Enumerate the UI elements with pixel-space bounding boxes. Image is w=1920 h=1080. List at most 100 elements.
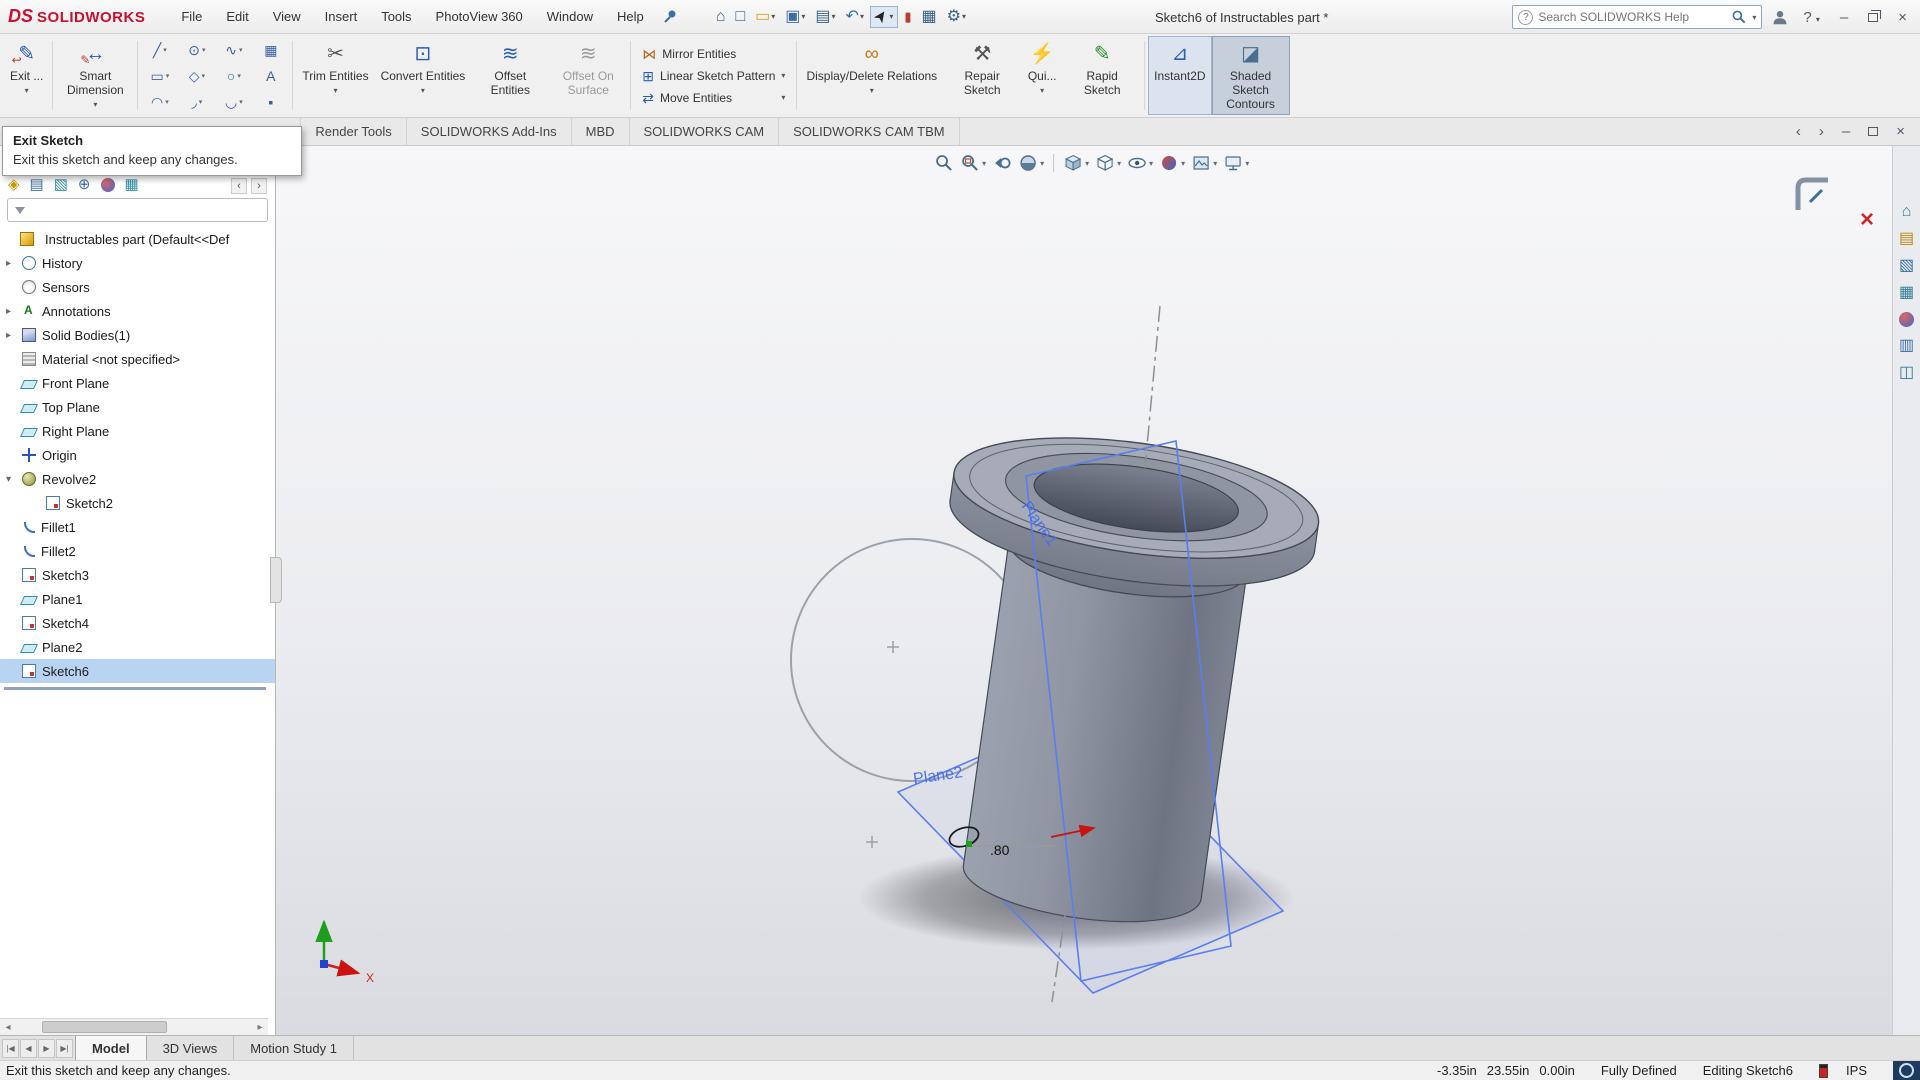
point-tool-icon[interactable]: ▪ ▾ (252, 89, 289, 115)
shaded-sketch-contours-button[interactable]: ◪ Shaded Sketch Contours (1212, 36, 1290, 115)
display-delete-relations-button[interactable]: ∞ Display/Delete Relations ▾ (800, 36, 943, 115)
expand-arrow-icon[interactable]: ▾ (6, 474, 22, 485)
tree-item[interactable]: ▸ Solid Bodies(1) (0, 323, 275, 347)
panel-splitter-handle[interactable] (270, 557, 282, 603)
save-icon[interactable]: ▣ ▾ (781, 7, 809, 27)
tree-item[interactable]: Sketch3 (0, 563, 275, 587)
unit-system[interactable]: IPS (1846, 1063, 1867, 1078)
tree-horizontal-scrollbar[interactable]: ◂ ▸ (0, 1018, 268, 1035)
model-scene[interactable]: Plane1 Plane2 .80 X (276, 146, 1920, 1035)
trim-entities-button[interactable]: ✂ Trim Entities ▾ (296, 36, 374, 115)
help-search-box[interactable]: ? ▾ (1512, 5, 1762, 29)
expand-arrow-icon[interactable]: ▸ (6, 330, 22, 341)
display-style-icon[interactable]: ▾ (1094, 152, 1122, 174)
previous-pane-icon[interactable]: ‹ (1791, 122, 1806, 141)
view-palette-icon[interactable]: ▦ (1899, 285, 1914, 301)
circle-tool-icon[interactable]: ⊙ ▾ (178, 37, 215, 63)
dimxpertmanager-tab-icon[interactable]: ⊕ (78, 177, 91, 192)
tree-item[interactable]: Sketch6 (0, 659, 275, 683)
rollback-bar[interactable] (4, 687, 266, 690)
menu-item[interactable]: Help (607, 5, 654, 28)
window-minimize-button[interactable]: – (1835, 8, 1853, 27)
design-library-icon[interactable]: ▤ (1899, 231, 1914, 247)
exit-sketch-button[interactable]: ✎ ↩ Exit ... ▾ (4, 36, 49, 115)
doc-minimize-button[interactable]: – (1837, 122, 1855, 141)
search-input[interactable] (1538, 10, 1726, 24)
tree-item[interactable]: Sensors (0, 275, 275, 299)
doc-restore-button[interactable] (1863, 122, 1883, 141)
tree-item[interactable]: Sketch4 (0, 611, 275, 635)
commandmanager-tab[interactable]: MBD (572, 118, 630, 145)
tree-item[interactable]: Sketch2 (0, 491, 275, 515)
file-explorer-icon[interactable]: ▧ (1899, 258, 1914, 274)
offset-entities-button[interactable]: ≋ Offset Entities (471, 36, 549, 115)
displaymanager-tab-icon[interactable]: ● (101, 178, 115, 192)
options-gear-icon[interactable]: ⚙ ▾ (943, 7, 970, 27)
forum-icon[interactable]: ◫ (1899, 365, 1914, 381)
commandmanager-tab[interactable]: Render Tools (301, 118, 406, 145)
home-icon[interactable]: ⌂ (1902, 204, 1912, 220)
tree-item[interactable]: Origin (0, 443, 275, 467)
mirror-entities-button[interactable]: ⋈ Mirror Entities (638, 45, 789, 63)
search-icon[interactable] (1731, 9, 1747, 25)
smart-dimension-button[interactable]: ↔ ✎ Smart Dimension ▾ (56, 36, 134, 115)
view-tab[interactable]: Model (75, 1036, 147, 1060)
move-entities-button[interactable]: ⇄ Move Entities ▾ (638, 89, 789, 107)
caret-icon[interactable]: ▾ (25, 86, 29, 95)
caret-icon[interactable]: ▾ (781, 71, 785, 80)
commandmanager-tab[interactable]: SOLIDWORKS CAM TBM (779, 118, 959, 145)
home-icon[interactable]: ⌂ ▾ (712, 7, 730, 27)
menu-item[interactable]: File (171, 5, 212, 28)
help-menu-button[interactable]: ? ▾ (1798, 8, 1825, 27)
menu-item[interactable]: PhotoView 360 (426, 5, 533, 28)
pin-icon[interactable] (662, 9, 678, 25)
tree-item[interactable]: Material <not specified> (0, 347, 275, 371)
rebuild-icon[interactable]: ▮ ▾ (900, 8, 915, 25)
caret-icon[interactable]: ▾ (870, 86, 874, 95)
slot-tool-icon[interactable]: ◡ ▾ (215, 89, 252, 115)
spline-tool-icon[interactable]: ∿ ▾ (215, 37, 252, 63)
expand-arrow-icon[interactable]: ▸ (6, 306, 22, 317)
quick-snaps-button[interactable]: ⚡ Qui... ▾ (1021, 36, 1063, 115)
previous-view-icon[interactable] (991, 152, 1013, 174)
rapid-sketch-button[interactable]: ✎ Rapid Sketch (1063, 36, 1141, 115)
user-account-icon[interactable] (1772, 9, 1788, 25)
caret-icon[interactable]: ▾ (93, 100, 97, 109)
tree-item[interactable]: Fillet1 (0, 515, 275, 539)
hide-show-items-icon[interactable]: ▾ (1126, 152, 1154, 174)
select-cursor-icon[interactable]: ➤ ▾ (870, 6, 898, 28)
tree-root-item[interactable]: Instructables part (Default<<Def (0, 227, 275, 251)
configurationmanager-tab-icon[interactable]: ▧ (54, 177, 68, 192)
caret-icon[interactable]: ▾ (421, 86, 425, 95)
options-grid-icon[interactable]: ▦ ▾ (918, 7, 941, 27)
tree-item[interactable]: ▸ History (0, 251, 275, 275)
view-settings-icon[interactable]: ▾ (1222, 152, 1250, 174)
tree-item[interactable]: Fillet2 (0, 539, 275, 563)
caret-icon[interactable]: ▾ (781, 93, 785, 102)
fillet-tool-icon[interactable]: ◞ ▾ (178, 89, 215, 115)
tree-item[interactable]: Plane2 (0, 635, 275, 659)
tab-nav-arrow-icon[interactable]: ▶ (38, 1039, 55, 1058)
cam-tree-tab-icon[interactable]: ▦ (125, 177, 139, 192)
scrollbar-thumb[interactable] (42, 1021, 167, 1033)
undo-icon[interactable]: ↶ ▾ (842, 7, 868, 27)
next-pane-icon[interactable]: › (1814, 122, 1829, 141)
expand-arrow-icon[interactable]: ▸ (6, 258, 22, 269)
section-view-icon[interactable]: ▾ (1017, 152, 1045, 174)
tab-nav-arrow-icon[interactable]: |◀ (2, 1039, 19, 1058)
web-help-icon[interactable] (1893, 1061, 1920, 1080)
menu-item[interactable]: Window (537, 5, 603, 28)
commandmanager-tab[interactable]: SOLIDWORKS CAM (630, 118, 780, 145)
linear-sketch-pattern-button[interactable]: ⊞ Linear Sketch Pattern ▾ (638, 67, 789, 85)
view-orientation-icon[interactable]: ▾ (1062, 152, 1090, 174)
custom-properties-icon[interactable]: ▥ (1899, 338, 1914, 354)
doc-close-button[interactable]: × (1891, 122, 1910, 141)
panel-scroll-left-icon[interactable]: ‹ (231, 178, 247, 194)
menu-item[interactable]: Insert (315, 5, 368, 28)
appearances-icon[interactable]: ● (1899, 312, 1914, 327)
tree-item[interactable]: Top Plane (0, 395, 275, 419)
tab-nav-arrow-icon[interactable]: ◀ (20, 1039, 37, 1058)
graphics-area[interactable]: Plane1 Plane2 .80 X ▾ (276, 146, 1920, 1035)
search-caret-icon[interactable]: ▾ (1752, 13, 1756, 22)
rectangle-tool-icon[interactable]: ▭ ▾ (141, 63, 178, 89)
